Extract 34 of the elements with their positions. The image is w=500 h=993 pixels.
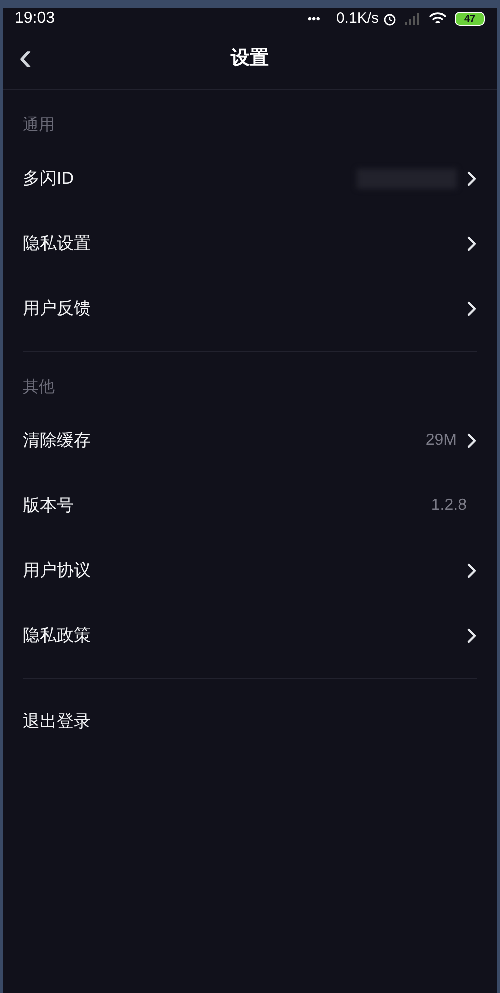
row-label: 隐私设置 — [23, 232, 91, 255]
wifi-icon — [429, 12, 447, 26]
row-label: 多闪ID — [23, 168, 74, 190]
logout-button[interactable]: 退出登录 — [23, 679, 477, 764]
page-title: 设置 — [231, 47, 269, 72]
row-label: 隐私政策 — [23, 624, 91, 647]
chevron-icon — [467, 432, 477, 448]
settings-row[interactable]: 清除缓存 29M — [23, 408, 477, 473]
row-label: 用户协议 — [23, 560, 91, 582]
back-button[interactable]: ‹ — [19, 36, 32, 82]
signal-icon — [405, 13, 421, 25]
network-speed: 0.1K/s — [336, 8, 379, 29]
section-title: 通用 — [23, 116, 56, 136]
settings-row[interactable]: 用户反馈 — [23, 276, 477, 341]
settings-row[interactable]: 版本号 1.2.8 — [23, 473, 477, 538]
row-value: 1.2.8 — [431, 496, 467, 516]
settings-row[interactable]: 用户协议 — [23, 538, 477, 603]
status-dots: ••• — [308, 11, 320, 28]
row-label: 清除缓存 — [23, 430, 91, 452]
row-value: 29M — [426, 430, 457, 450]
settings-row[interactable]: 隐私政策 — [23, 603, 477, 668]
row-label: 版本号 — [23, 494, 74, 517]
chevron-icon — [467, 628, 477, 644]
settings-row[interactable]: 多闪ID — [23, 146, 477, 211]
row-label: 用户反馈 — [23, 298, 91, 320]
chevron-icon — [467, 170, 477, 186]
status-time: 19:03 — [15, 9, 56, 29]
settings-row[interactable]: 隐私设置 — [23, 211, 477, 276]
battery-indicator: 47 — [455, 12, 485, 26]
section-title: 其他 — [23, 378, 56, 398]
chevron-icon — [467, 236, 477, 252]
chevron-icon — [467, 300, 477, 316]
alarm-icon — [383, 12, 397, 26]
chevron-icon — [467, 562, 477, 578]
